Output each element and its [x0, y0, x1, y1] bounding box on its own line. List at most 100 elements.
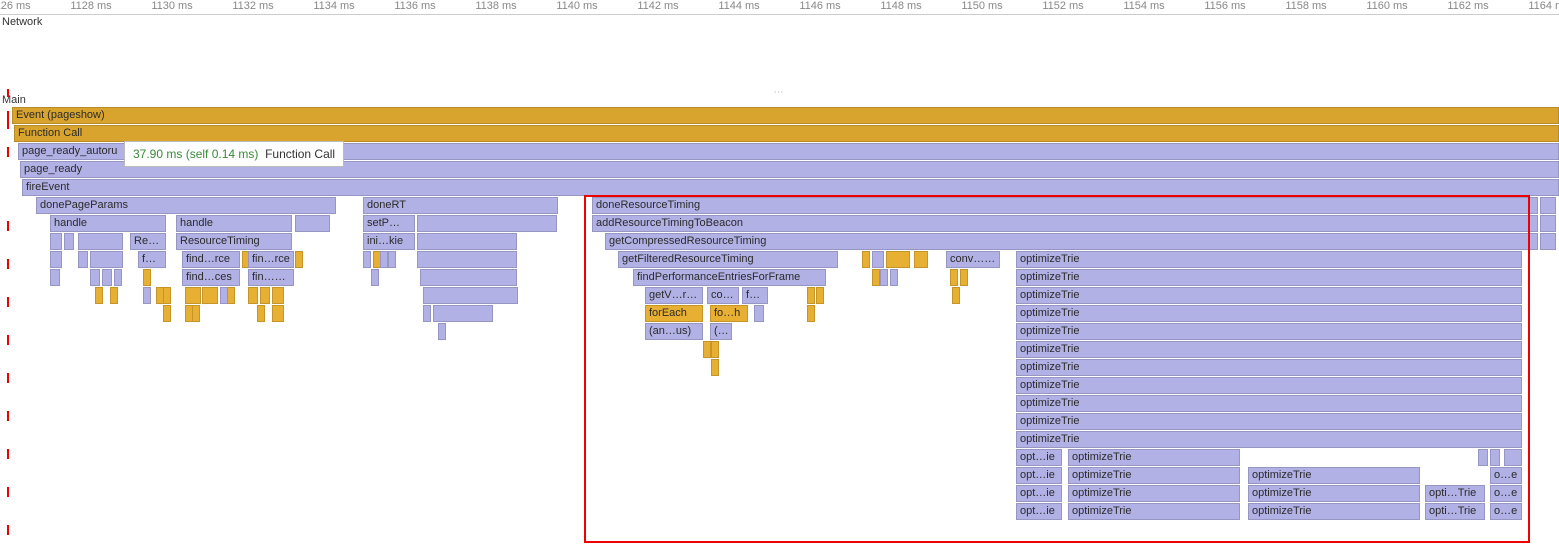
flame-bar[interactable]: ini…kie	[363, 233, 415, 250]
flame-bar[interactable]	[872, 269, 880, 286]
flame-bar[interactable]: handle	[176, 215, 292, 232]
flame-bar[interactable]: (an…us)	[645, 323, 703, 340]
flame-bar[interactable]: optimizeTrie	[1068, 449, 1240, 466]
flame-bar[interactable]: doneRT	[363, 197, 558, 214]
flame-bar[interactable]: fireEvent	[22, 179, 1559, 196]
flame-bar[interactable]	[295, 215, 330, 232]
flame-bar[interactable]	[50, 251, 62, 268]
flame-bar[interactable]	[260, 287, 270, 304]
flame-bar[interactable]: optimizeTrie	[1016, 251, 1522, 268]
timeline-ruler[interactable]: 1126 ms 1128 ms 1130 ms 1132 ms 1134 ms …	[0, 0, 1559, 15]
flame-chart[interactable]: Event (pageshow) Function Call page_read…	[0, 107, 1559, 521]
flame-bar[interactable]	[202, 287, 218, 304]
flame-bar[interactable]	[711, 341, 719, 358]
flame-bar[interactable]: optimizeTrie	[1016, 359, 1522, 376]
flame-bar[interactable]	[1540, 197, 1556, 214]
flame-bar[interactable]: getCompressedResourceTiming	[605, 233, 1538, 250]
network-track[interactable]	[0, 29, 1559, 87]
flame-bar[interactable]: ResourceTiming	[176, 233, 292, 250]
flame-bar[interactable]	[163, 287, 171, 304]
flame-bar[interactable]	[90, 269, 100, 286]
flame-bar[interactable]	[143, 287, 151, 304]
flame-bar[interactable]	[423, 305, 431, 322]
flame-bar[interactable]	[890, 269, 898, 286]
flame-bar[interactable]	[143, 269, 151, 286]
flame-bar[interactable]: optimizeTrie	[1068, 503, 1240, 520]
flame-bar[interactable]	[50, 269, 60, 286]
flame-bar[interactable]	[754, 305, 764, 322]
flame-bar[interactable]	[295, 251, 303, 268]
flame-bar[interactable]	[711, 359, 719, 376]
flame-bar[interactable]	[816, 287, 824, 304]
flame-bar[interactable]: o…e	[1490, 503, 1522, 520]
flame-bar[interactable]: optimizeTrie	[1016, 287, 1522, 304]
flame-bar[interactable]: optimizeTrie	[1016, 341, 1522, 358]
flame-bar[interactable]: opt…ie	[1016, 449, 1062, 466]
flame-bar[interactable]: optimizeTrie	[1016, 413, 1522, 430]
flame-bar[interactable]: opt…ie	[1016, 503, 1062, 520]
flame-bar[interactable]	[703, 341, 711, 358]
flame-bar[interactable]	[257, 305, 265, 322]
flame-bar[interactable]: opti…Trie	[1425, 485, 1485, 502]
flame-bar[interactable]	[192, 305, 200, 322]
flame-bar[interactable]: opt…ie	[1016, 485, 1062, 502]
flame-bar[interactable]	[807, 305, 815, 322]
flame-bar[interactable]	[807, 287, 815, 304]
flame-bar[interactable]: addResourceTimingToBeacon	[592, 215, 1538, 232]
flame-bar[interactable]: o…e	[1490, 467, 1522, 484]
flame-bar[interactable]	[163, 305, 171, 322]
flame-bar[interactable]	[78, 251, 88, 268]
flame-bar[interactable]: optimizeTrie	[1016, 269, 1522, 286]
flame-bar[interactable]: fo…h	[710, 305, 748, 322]
flame-bar[interactable]	[227, 287, 235, 304]
flame-bar[interactable]	[1540, 233, 1556, 250]
flame-bar[interactable]: find…ces	[182, 269, 240, 286]
flame-bar[interactable]: findPerformanceEntriesForFrame	[633, 269, 826, 286]
flame-bar[interactable]	[862, 251, 870, 268]
flame-bar[interactable]: optimizeTrie	[1016, 305, 1522, 322]
flame-bar[interactable]	[423, 287, 518, 304]
flame-bar[interactable]	[880, 269, 888, 286]
flame-bar[interactable]	[950, 269, 958, 286]
flame-bar[interactable]	[95, 287, 103, 304]
flame-bar[interactable]	[388, 251, 396, 268]
flame-bar[interactable]	[272, 305, 284, 322]
flame-bar[interactable]	[960, 269, 968, 286]
flame-bar[interactable]: optimizeTrie	[1016, 377, 1522, 394]
flame-bar[interactable]	[1490, 449, 1500, 466]
flame-bar[interactable]	[417, 233, 517, 250]
flame-bar[interactable]	[380, 251, 388, 268]
flame-bar[interactable]: Re…g	[130, 233, 166, 250]
flame-bar[interactable]: optimizeTrie	[1248, 467, 1420, 484]
flame-bar[interactable]: optimizeTrie	[1016, 431, 1522, 448]
flame-bar[interactable]	[64, 233, 74, 250]
flame-bar[interactable]: donePageParams	[36, 197, 336, 214]
flame-bar[interactable]	[272, 287, 284, 304]
flame-bar[interactable]: find…rce	[182, 251, 240, 268]
flame-bar[interactable]	[90, 251, 123, 268]
flame-bar[interactable]	[50, 233, 62, 250]
flame-bar[interactable]	[248, 287, 258, 304]
flame-bar[interactable]: optimizeTrie	[1068, 467, 1240, 484]
flame-bar[interactable]: fin…ces	[248, 269, 294, 286]
flame-bar[interactable]: optimizeTrie	[1068, 485, 1240, 502]
flame-bar[interactable]	[433, 305, 493, 322]
flame-bar[interactable]: Event (pageshow)	[12, 107, 1559, 124]
flame-bar[interactable]	[110, 287, 118, 304]
flame-bar[interactable]: forEach	[645, 305, 703, 322]
flame-bar[interactable]	[438, 323, 446, 340]
flame-bar[interactable]	[1540, 215, 1556, 232]
flame-bar[interactable]	[1504, 449, 1522, 466]
flame-bar[interactable]	[114, 269, 122, 286]
flame-bar[interactable]: fin…rce	[248, 251, 294, 268]
flame-bar[interactable]: setP…mers	[363, 215, 415, 232]
flame-bar[interactable]	[417, 215, 557, 232]
flame-bar[interactable]: f…	[138, 251, 166, 268]
flame-bar[interactable]: o…e	[1490, 485, 1522, 502]
flame-bar[interactable]: doneResourceTiming	[592, 197, 1538, 214]
flame-bar[interactable]	[185, 287, 201, 304]
flame-bar[interactable]: handle	[50, 215, 166, 232]
flame-bar[interactable]	[102, 269, 112, 286]
flame-bar[interactable]	[914, 251, 928, 268]
flame-bar[interactable]: opt…ie	[1016, 467, 1062, 484]
